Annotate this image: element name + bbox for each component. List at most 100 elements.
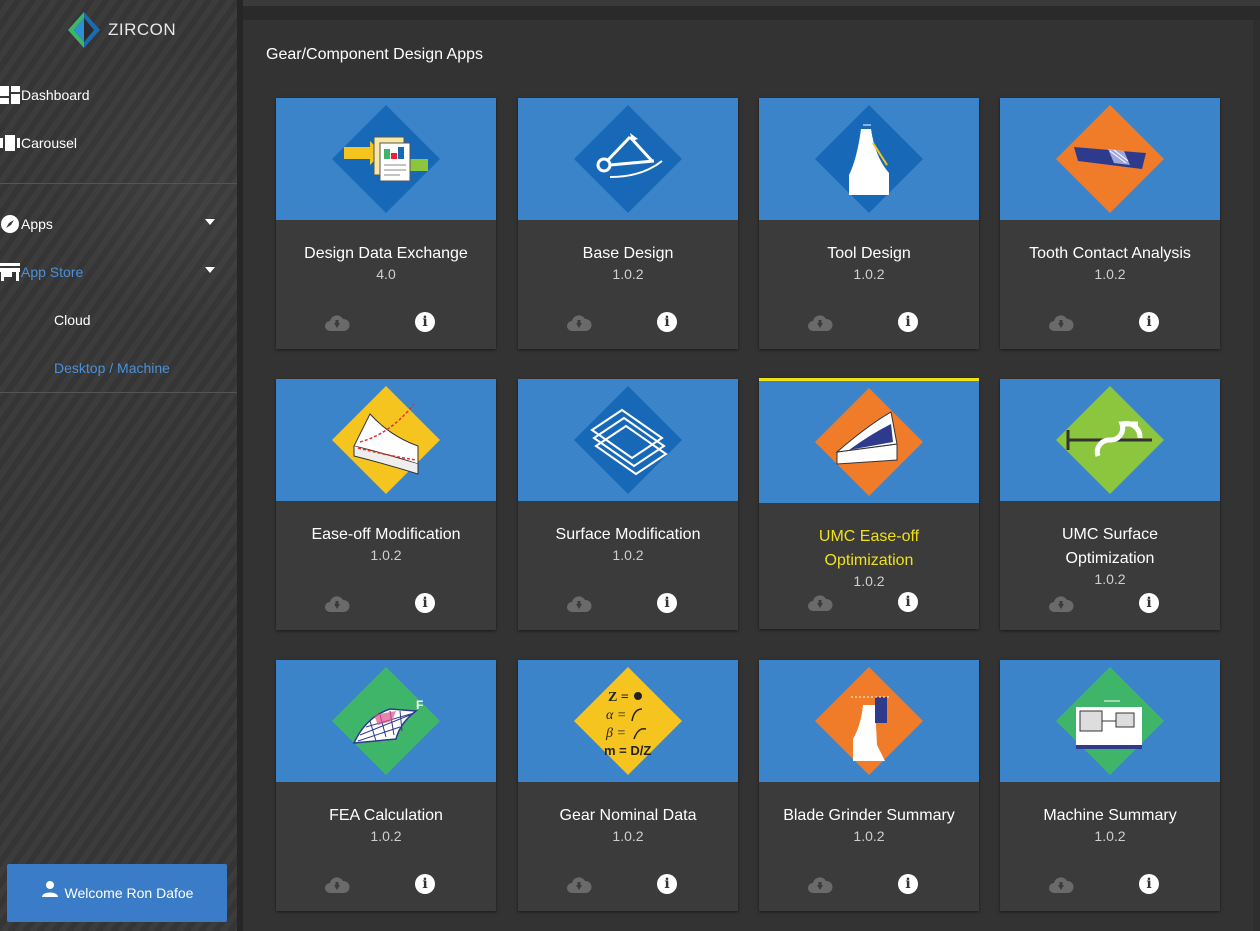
cloud-download-icon[interactable]: [1048, 595, 1074, 613]
app-card-surface-modification[interactable]: Surface Modification 1.0.2 i: [518, 379, 738, 630]
cloud-download-icon[interactable]: [324, 595, 350, 613]
app-card-fea-calculation[interactable]: F FEA Calculation 1.0.2 i: [276, 660, 496, 911]
sidebar-subitem-desktop-machine[interactable]: Desktop / Machine: [54, 360, 170, 376]
app-name: Base Design: [582, 245, 674, 262]
sidebar-divider: [0, 183, 237, 184]
base-design-icon: [574, 105, 682, 213]
compass-icon: [0, 214, 20, 234]
app-name: UMC Ease-off Optimization: [818, 528, 920, 569]
info-icon[interactable]: i: [415, 312, 435, 332]
info-icon[interactable]: i: [898, 592, 918, 612]
tooth-contact-icon: [1056, 105, 1164, 213]
info-icon[interactable]: i: [1139, 874, 1159, 894]
sidebar-item-label: Apps: [21, 216, 53, 232]
chevron-down-icon: [205, 267, 215, 273]
sidebar-item-app-store[interactable]: App Store: [0, 258, 237, 286]
cloud-download-icon[interactable]: [324, 876, 350, 894]
cloud-download-icon[interactable]: [566, 314, 592, 332]
app-card-tool-design[interactable]: Tool Design 1.0.2 i: [759, 98, 979, 349]
info-icon[interactable]: i: [657, 312, 677, 332]
app-card-blade-grinder-summary[interactable]: Blade Grinder Summary 1.0.2 i: [759, 660, 979, 911]
machine-icon: [1056, 667, 1164, 775]
app-card-machine-summary[interactable]: Machine Summary 1.0.2 i: [1000, 660, 1220, 911]
app-card-umc-ease-off-optimization[interactable]: UMC Ease-off Optimization 1.0.2 i: [759, 378, 979, 629]
app-banner: [1000, 379, 1220, 501]
app-name: UMC Surface Optimization: [1061, 526, 1159, 567]
info-icon[interactable]: i: [898, 874, 918, 894]
app-banner: [759, 381, 979, 503]
dashboard-icon: [0, 85, 20, 105]
zircon-logo-icon: [68, 12, 100, 48]
sidebar: ZIRCON Dashboard Carousel Apps App Store…: [0, 0, 237, 931]
app-banner: [1000, 98, 1220, 220]
sidebar-item-carousel[interactable]: Carousel: [0, 129, 237, 157]
app-version: 4.0: [376, 266, 396, 282]
sidebar-item-dashboard[interactable]: Dashboard: [0, 81, 237, 109]
cloud-download-icon[interactable]: [807, 594, 833, 612]
cloud-download-icon[interactable]: [1048, 876, 1074, 894]
app-name: FEA Calculation: [329, 807, 443, 824]
cloud-download-icon[interactable]: [807, 876, 833, 894]
app-version: 1.0.2: [1094, 828, 1126, 844]
app-banner: [1000, 660, 1220, 782]
sidebar-item-label: Dashboard: [21, 87, 90, 103]
app-version: 1.0.2: [612, 547, 644, 563]
cloud-download-icon[interactable]: [566, 876, 592, 894]
sidebar-item-apps[interactable]: Apps: [0, 210, 237, 238]
app-version: 1.0.2: [370, 547, 402, 563]
app-banner: [276, 98, 496, 220]
app-version: 1.0.2: [853, 828, 885, 844]
info-icon[interactable]: i: [1139, 593, 1159, 613]
blade-grinder-icon: [815, 667, 923, 775]
app-name: Tooth Contact Analysis: [1029, 245, 1191, 262]
app-version: 1.0.2: [1094, 571, 1126, 587]
carousel-icon: [0, 133, 20, 153]
sidebar-item-label: Carousel: [21, 135, 78, 151]
app-name: Blade Grinder Summary: [783, 807, 955, 824]
umc-ease-off-icon: [815, 388, 923, 496]
svg-text:β =: β =: [605, 726, 626, 741]
app-version: 1.0.2: [612, 828, 644, 844]
app-banner: [518, 98, 738, 220]
welcome-button[interactable]: Welcome Ron Dafoe: [7, 864, 227, 922]
app-banner: Z = α = β = m = D/Z: [518, 660, 738, 782]
welcome-label: Welcome Ron Dafoe: [64, 885, 194, 901]
fea-icon: F: [332, 667, 440, 775]
cloud-download-icon[interactable]: [807, 314, 833, 332]
sidebar-divider: [0, 392, 237, 393]
app-version: 1.0.2: [1094, 266, 1126, 282]
logo: ZIRCON: [66, 10, 176, 50]
app-card-umc-surface-optimization[interactable]: UMC Surface Optimization 1.0.2 i: [1000, 379, 1220, 630]
app-card-base-design[interactable]: Base Design 1.0.2 i: [518, 98, 738, 349]
info-icon[interactable]: i: [898, 312, 918, 332]
cloud-download-icon[interactable]: [566, 595, 592, 613]
app-version: 1.0.2: [853, 573, 885, 589]
nominal-data-icon: Z = α = β = m = D/Z: [574, 667, 682, 775]
info-icon[interactable]: i: [657, 593, 677, 613]
app-card-tooth-contact-analysis[interactable]: Tooth Contact Analysis 1.0.2 i: [1000, 98, 1220, 349]
app-banner: [759, 660, 979, 782]
info-icon[interactable]: i: [657, 874, 677, 894]
top-bar-shadow: [243, 6, 1260, 20]
app-name: Design Data Exchange: [304, 245, 468, 262]
info-icon[interactable]: i: [1139, 312, 1159, 332]
app-version: 1.0.2: [853, 266, 885, 282]
chevron-down-icon: [205, 219, 215, 225]
cloud-download-icon[interactable]: [1048, 314, 1074, 332]
app-version: 1.0.2: [612, 266, 644, 282]
ease-off-icon: [332, 386, 440, 494]
app-card-gear-nominal-data[interactable]: Z = α = β = m = D/Z Gear Nominal Data 1.…: [518, 660, 738, 911]
sidebar-item-label: App Store: [21, 264, 84, 280]
app-banner: F: [276, 660, 496, 782]
svg-text:F: F: [416, 698, 423, 712]
info-icon[interactable]: i: [415, 874, 435, 894]
svg-text:Z =: Z =: [608, 690, 629, 705]
cloud-download-icon[interactable]: [324, 314, 350, 332]
app-card-design-data-exchange[interactable]: Design Data Exchange 4.0 i: [276, 98, 496, 349]
info-icon[interactable]: i: [415, 593, 435, 613]
sidebar-subitem-cloud[interactable]: Cloud: [54, 312, 91, 328]
app-card-ease-off-modification[interactable]: Ease-off Modification 1.0.2 i: [276, 379, 496, 630]
store-icon: [0, 262, 20, 282]
main-content: Gear/Component Design Apps Design Data E…: [243, 20, 1253, 931]
surface-mod-icon: [574, 386, 682, 494]
